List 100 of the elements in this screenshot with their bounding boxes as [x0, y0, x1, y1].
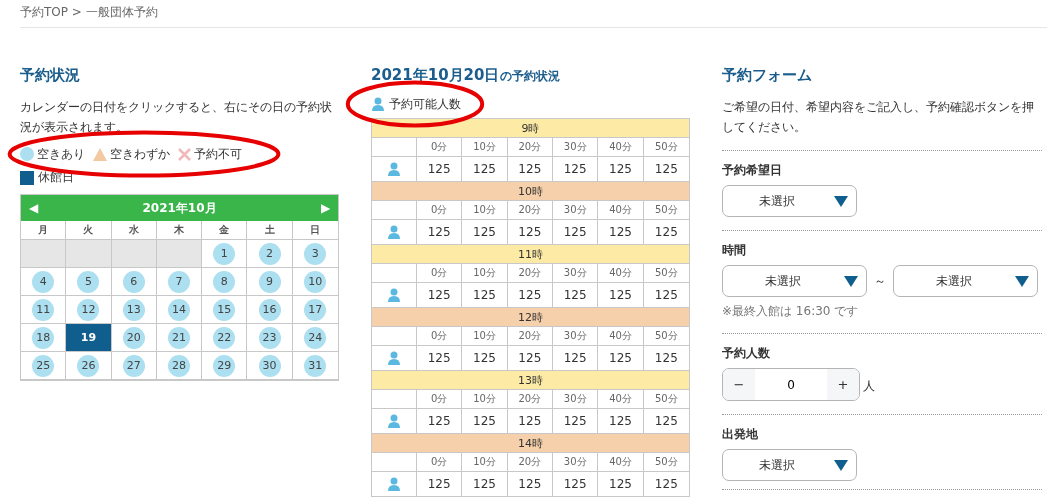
calendar-day[interactable]: 11 — [21, 296, 67, 324]
minute-cell: 30分 — [553, 390, 599, 408]
calendar-day[interactable]: 27 — [111, 352, 157, 380]
calendar-day[interactable]: 2 — [247, 240, 293, 268]
capacity-cell-text: 125 — [653, 224, 679, 241]
calendar-day[interactable]: 8 — [202, 268, 248, 296]
select-dropdown[interactable]: 未選択 — [722, 449, 857, 481]
calendar-day[interactable]: 9 — [247, 268, 293, 296]
person-icon — [387, 225, 401, 239]
hour-header: 12時 — [372, 308, 689, 327]
minute-cell: 0分 — [417, 453, 463, 471]
range-separator: ～ — [874, 272, 886, 290]
calendar-day[interactable]: 18 — [21, 324, 67, 352]
calendar-day[interactable]: 28 — [156, 352, 203, 380]
select-dropdown[interactable]: 未選択 — [722, 185, 857, 217]
calendar-day[interactable]: 3 — [292, 240, 338, 268]
calendar-day[interactable]: 31 — [292, 352, 338, 380]
section-title: 予約フォーム — [722, 66, 813, 86]
person-icon — [371, 97, 385, 111]
unit-label: 人 — [863, 378, 875, 395]
minus-button[interactable]: − — [723, 369, 755, 400]
breadcrumb: 予約TOP > 一般団体予約 — [20, 0, 1047, 28]
calendar-day[interactable]: 15 — [202, 296, 248, 324]
capacity-cell-text: 125 — [653, 161, 679, 178]
minute-cell-text: 50分 — [653, 266, 679, 280]
capacity-cell-text: 125 — [653, 476, 679, 493]
calendar-day[interactable]: 26 — [66, 352, 112, 380]
calendar-day[interactable]: 22 — [202, 324, 248, 352]
person-icon — [387, 162, 401, 176]
capacity-cell: 125 — [507, 220, 553, 244]
calendar-day[interactable]: 19 — [66, 324, 112, 352]
minute-cell: 30分 — [553, 201, 599, 219]
capacity-cell: 125 — [553, 472, 599, 496]
calendar-day[interactable]: 29 — [202, 352, 248, 380]
capacity-cell-text: 125 — [653, 413, 679, 430]
minute-cell: 20分 — [507, 264, 553, 282]
caret-icon — [1015, 275, 1029, 287]
calendar-day[interactable]: 16 — [247, 296, 293, 324]
calendar-day[interactable]: 24 — [292, 324, 338, 352]
legend-label: 予約可能人数 — [389, 95, 461, 113]
hour-header: 10時 — [372, 182, 689, 201]
minute-cell-text: 50分 — [653, 203, 679, 217]
section-title: 2021年10月20日 の予約状況 — [371, 66, 561, 86]
hour-header: 14時 — [372, 434, 689, 453]
field-label: 予約人数 — [722, 345, 771, 362]
minute-cell: 0分 — [417, 264, 463, 282]
calendar-day[interactable]: 13 — [111, 296, 157, 324]
calendar-day[interactable]: 14 — [156, 296, 203, 324]
minute-cell-text: 50分 — [653, 140, 679, 154]
minute-cell: 10分 — [462, 264, 508, 282]
minute-cell: 10分 — [462, 201, 508, 219]
cross-icon — [178, 147, 191, 161]
calendar-day[interactable]: 30 — [247, 352, 293, 380]
minute-cell: 10分 — [462, 138, 508, 156]
legend-label: 空きあり — [37, 145, 85, 163]
minute-cell: 10分 — [462, 327, 508, 345]
calendar-day[interactable]: 1 — [202, 240, 248, 268]
capacity-cell: 125 — [507, 472, 553, 496]
minute-cell: 10分 — [462, 390, 508, 408]
capacity-cell: 125 — [553, 157, 599, 181]
capacity-cell: 125 — [462, 472, 508, 496]
select-dropdown[interactable]: 未選択 — [722, 265, 867, 297]
caret-icon — [834, 459, 848, 471]
number-stepper[interactable]: − 0 + — [722, 368, 860, 401]
calendar-day[interactable]: 6 — [111, 268, 157, 296]
capacity-cell: 125 — [553, 409, 599, 433]
capacity-cell: 125 — [462, 157, 508, 181]
field-label: 時間 — [722, 242, 747, 259]
minute-cell: 0分 — [417, 390, 463, 408]
minute-cell: 0分 — [417, 327, 463, 345]
weekday-header: 日 — [292, 221, 338, 240]
triangle-icon — [93, 147, 107, 161]
minute-cell: 0分 — [417, 201, 463, 219]
calendar-day[interactable]: 25 — [21, 352, 67, 380]
calendar-day[interactable]: 23 — [247, 324, 293, 352]
capacity-cell: 125 — [553, 346, 599, 370]
minute-cell: 40分 — [598, 453, 644, 471]
person-icon — [387, 288, 401, 302]
calendar-day[interactable]: 17 — [292, 296, 338, 324]
calendar-day[interactable]: 5 — [66, 268, 112, 296]
capacity-cell: 125 — [598, 283, 644, 307]
calendar-day[interactable]: 21 — [156, 324, 203, 352]
minute-cell: 20分 — [507, 390, 553, 408]
minute-cell-text: 50分 — [653, 392, 679, 406]
select-dropdown[interactable]: 未選択 — [893, 265, 1038, 297]
capacity-cell: 125 — [462, 220, 508, 244]
plus-button[interactable]: + — [827, 369, 859, 400]
calendar-day[interactable]: 7 — [156, 268, 203, 296]
weekday-header: 金 — [202, 221, 248, 240]
calendar-day[interactable]: 4 — [21, 268, 67, 296]
minute-cell-text: 50分 — [653, 329, 679, 343]
capacity-cell: 125 — [417, 157, 463, 181]
minute-cell: 30分 — [553, 138, 599, 156]
calendar-day[interactable]: 20 — [111, 324, 157, 352]
capacity-cell: 125 — [462, 409, 508, 433]
capacity-cell: 125 — [417, 283, 463, 307]
minute-cell: 30分 — [553, 327, 599, 345]
calendar-day[interactable]: 10 — [292, 268, 338, 296]
minute-cell: 20分 — [507, 453, 553, 471]
weekday-header: 土 — [247, 221, 293, 240]
